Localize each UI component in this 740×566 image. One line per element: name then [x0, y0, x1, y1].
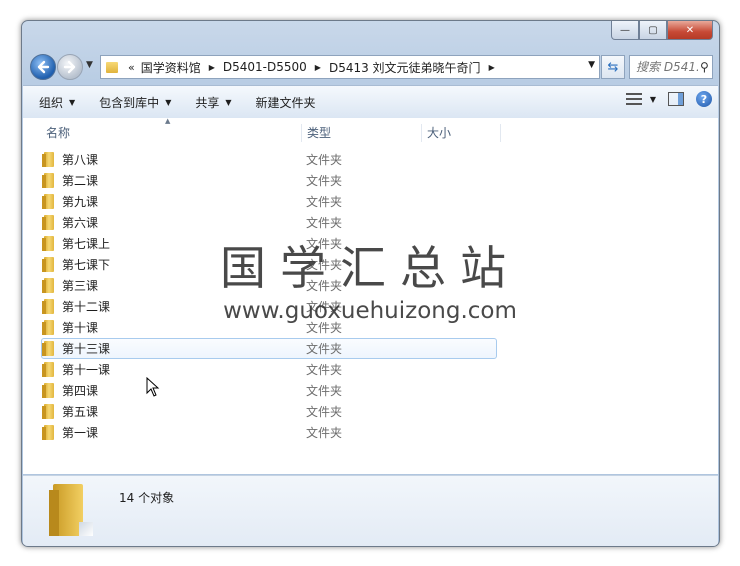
toolbar-right: ▼ ? — [625, 91, 712, 107]
file-name: 第四课 — [62, 383, 99, 398]
preview-pane-icon[interactable] — [668, 92, 684, 106]
share-button[interactable]: 共享 ▼ — [187, 94, 239, 111]
include-in-library-button[interactable]: 包含到库中 ▼ — [91, 94, 179, 111]
list-item[interactable]: 第二课 文件夹 — [42, 170, 496, 190]
search-box[interactable]: ⚲ — [629, 55, 713, 79]
file-type: 文件夹 — [306, 173, 343, 188]
watermark-url: www.guoxuehuizong.com — [223, 298, 517, 324]
list-item[interactable]: 第五课 文件夹 — [42, 401, 496, 421]
file-name: 第二课 — [62, 173, 99, 188]
share-label: 共享 — [195, 95, 220, 110]
list-item[interactable]: 第六课 文件夹 — [42, 212, 496, 232]
watermark-title: 国学汇总站 — [220, 241, 520, 295]
refresh-button[interactable]: ⇆ — [601, 55, 625, 79]
close-button[interactable]: ✕ — [667, 21, 713, 40]
breadcrumb-arrow-icon[interactable]: ▶ — [315, 63, 321, 72]
maximize-button[interactable]: ▢ — [639, 21, 667, 40]
search-input[interactable] — [630, 59, 700, 75]
chevron-down-icon: ▼ — [225, 97, 232, 107]
column-size[interactable]: 大小 — [427, 124, 451, 141]
sort-ascending-icon: ▲ — [165, 117, 171, 125]
mouse-cursor-icon — [146, 377, 160, 397]
folder-icon — [42, 361, 56, 377]
file-type: 文件夹 — [306, 215, 343, 230]
file-name: 第八课 — [62, 152, 99, 167]
help-icon[interactable]: ? — [696, 91, 712, 107]
new-folder-button[interactable]: 新建文件夹 — [248, 94, 324, 111]
breadcrumb-item[interactable]: D5401-D5500 — [223, 60, 307, 74]
folder-icon — [42, 193, 56, 209]
folder-icon — [42, 172, 56, 188]
file-type: 文件夹 — [306, 194, 343, 209]
file-type: 文件夹 — [306, 342, 343, 356]
file-name: 第一课 — [62, 425, 99, 440]
change-view-button[interactable]: ▼ — [625, 93, 656, 105]
column-headers: ▲ 名称 类型 大小 — [23, 117, 718, 142]
address-dropdown-icon[interactable]: ▼ — [588, 60, 595, 70]
overflow-chevron[interactable]: « — [128, 61, 135, 74]
file-name: 第九课 — [62, 194, 99, 209]
chevron-down-icon: ▼ — [69, 97, 76, 107]
folder-icon — [42, 403, 56, 419]
recent-pages-dropdown[interactable]: ▼ — [86, 60, 93, 70]
folder-icon — [106, 61, 118, 73]
breadcrumb: 国学资料馆 ▶ D5401-D5500 ▶ D5413 刘文元徒弟晓午奇门 ▶ — [141, 59, 503, 76]
breadcrumb-arrow-icon[interactable]: ▶ — [209, 63, 215, 72]
folder-icon — [42, 382, 56, 398]
folder-icon — [42, 341, 56, 356]
include-in-library-label: 包含到库中 — [99, 95, 160, 110]
back-button[interactable] — [30, 54, 56, 80]
folder-icon — [42, 151, 56, 167]
file-type: 文件夹 — [306, 383, 343, 398]
file-name: 第五课 — [62, 404, 99, 419]
file-name: 第六课 — [62, 215, 99, 230]
folder-icon — [42, 424, 56, 440]
column-name[interactable]: 名称 — [46, 124, 70, 141]
new-folder-label: 新建文件夹 — [255, 95, 316, 110]
file-type: 文件夹 — [306, 425, 343, 440]
search-icon[interactable]: ⚲ — [700, 60, 709, 74]
view-list-icon — [625, 93, 642, 105]
forward-button[interactable] — [57, 54, 83, 80]
breadcrumb-item[interactable]: 国学资料馆 — [141, 59, 201, 76]
column-type[interactable]: 类型 — [307, 124, 331, 141]
file-type: 文件夹 — [306, 152, 343, 167]
folder-icon — [49, 484, 93, 536]
details-pane: 14 个对象 — [23, 475, 718, 546]
list-item[interactable]: 第十一课 文件夹 — [42, 359, 496, 379]
breadcrumb-item[interactable]: D5413 刘文元徒弟晓午奇门 — [329, 59, 481, 76]
item-count: 14 个对象 — [119, 491, 175, 505]
refresh-icon: ⇆ — [607, 59, 619, 75]
minimize-button[interactable]: — — [611, 21, 639, 40]
list-item[interactable]: 第八课 文件夹 — [42, 149, 496, 169]
organize-label: 组织 — [39, 95, 64, 110]
file-name: 第十三课 — [62, 342, 111, 356]
file-name: 第十一课 — [62, 362, 111, 377]
address-bar[interactable]: « 国学资料馆 ▶ D5401-D5500 ▶ D5413 刘文元徒弟晓午奇门 … — [100, 55, 600, 79]
organize-button[interactable]: 组织 ▼ — [31, 94, 83, 111]
breadcrumb-arrow-icon[interactable]: ▶ — [489, 63, 495, 72]
list-item[interactable]: 第九课 文件夹 — [42, 191, 496, 211]
list-item[interactable]: 第十三课 文件夹 — [41, 338, 497, 359]
command-bar: 组织 ▼ 包含到库中 ▼ 共享 ▼ 新建文件夹 ▼ ? — [23, 85, 718, 119]
forward-arrow-icon — [63, 60, 76, 74]
window-controls: — ▢ ✕ — [611, 21, 713, 41]
folder-icon — [42, 214, 56, 230]
file-type: 文件夹 — [306, 404, 343, 419]
back-arrow-icon — [37, 60, 50, 74]
file-type: 文件夹 — [306, 362, 343, 377]
list-item[interactable]: 第四课 文件夹 — [42, 380, 496, 400]
chevron-down-icon: ▼ — [649, 94, 656, 104]
list-item[interactable]: 第一课 文件夹 — [42, 422, 496, 442]
chevron-down-icon: ▼ — [165, 97, 172, 107]
